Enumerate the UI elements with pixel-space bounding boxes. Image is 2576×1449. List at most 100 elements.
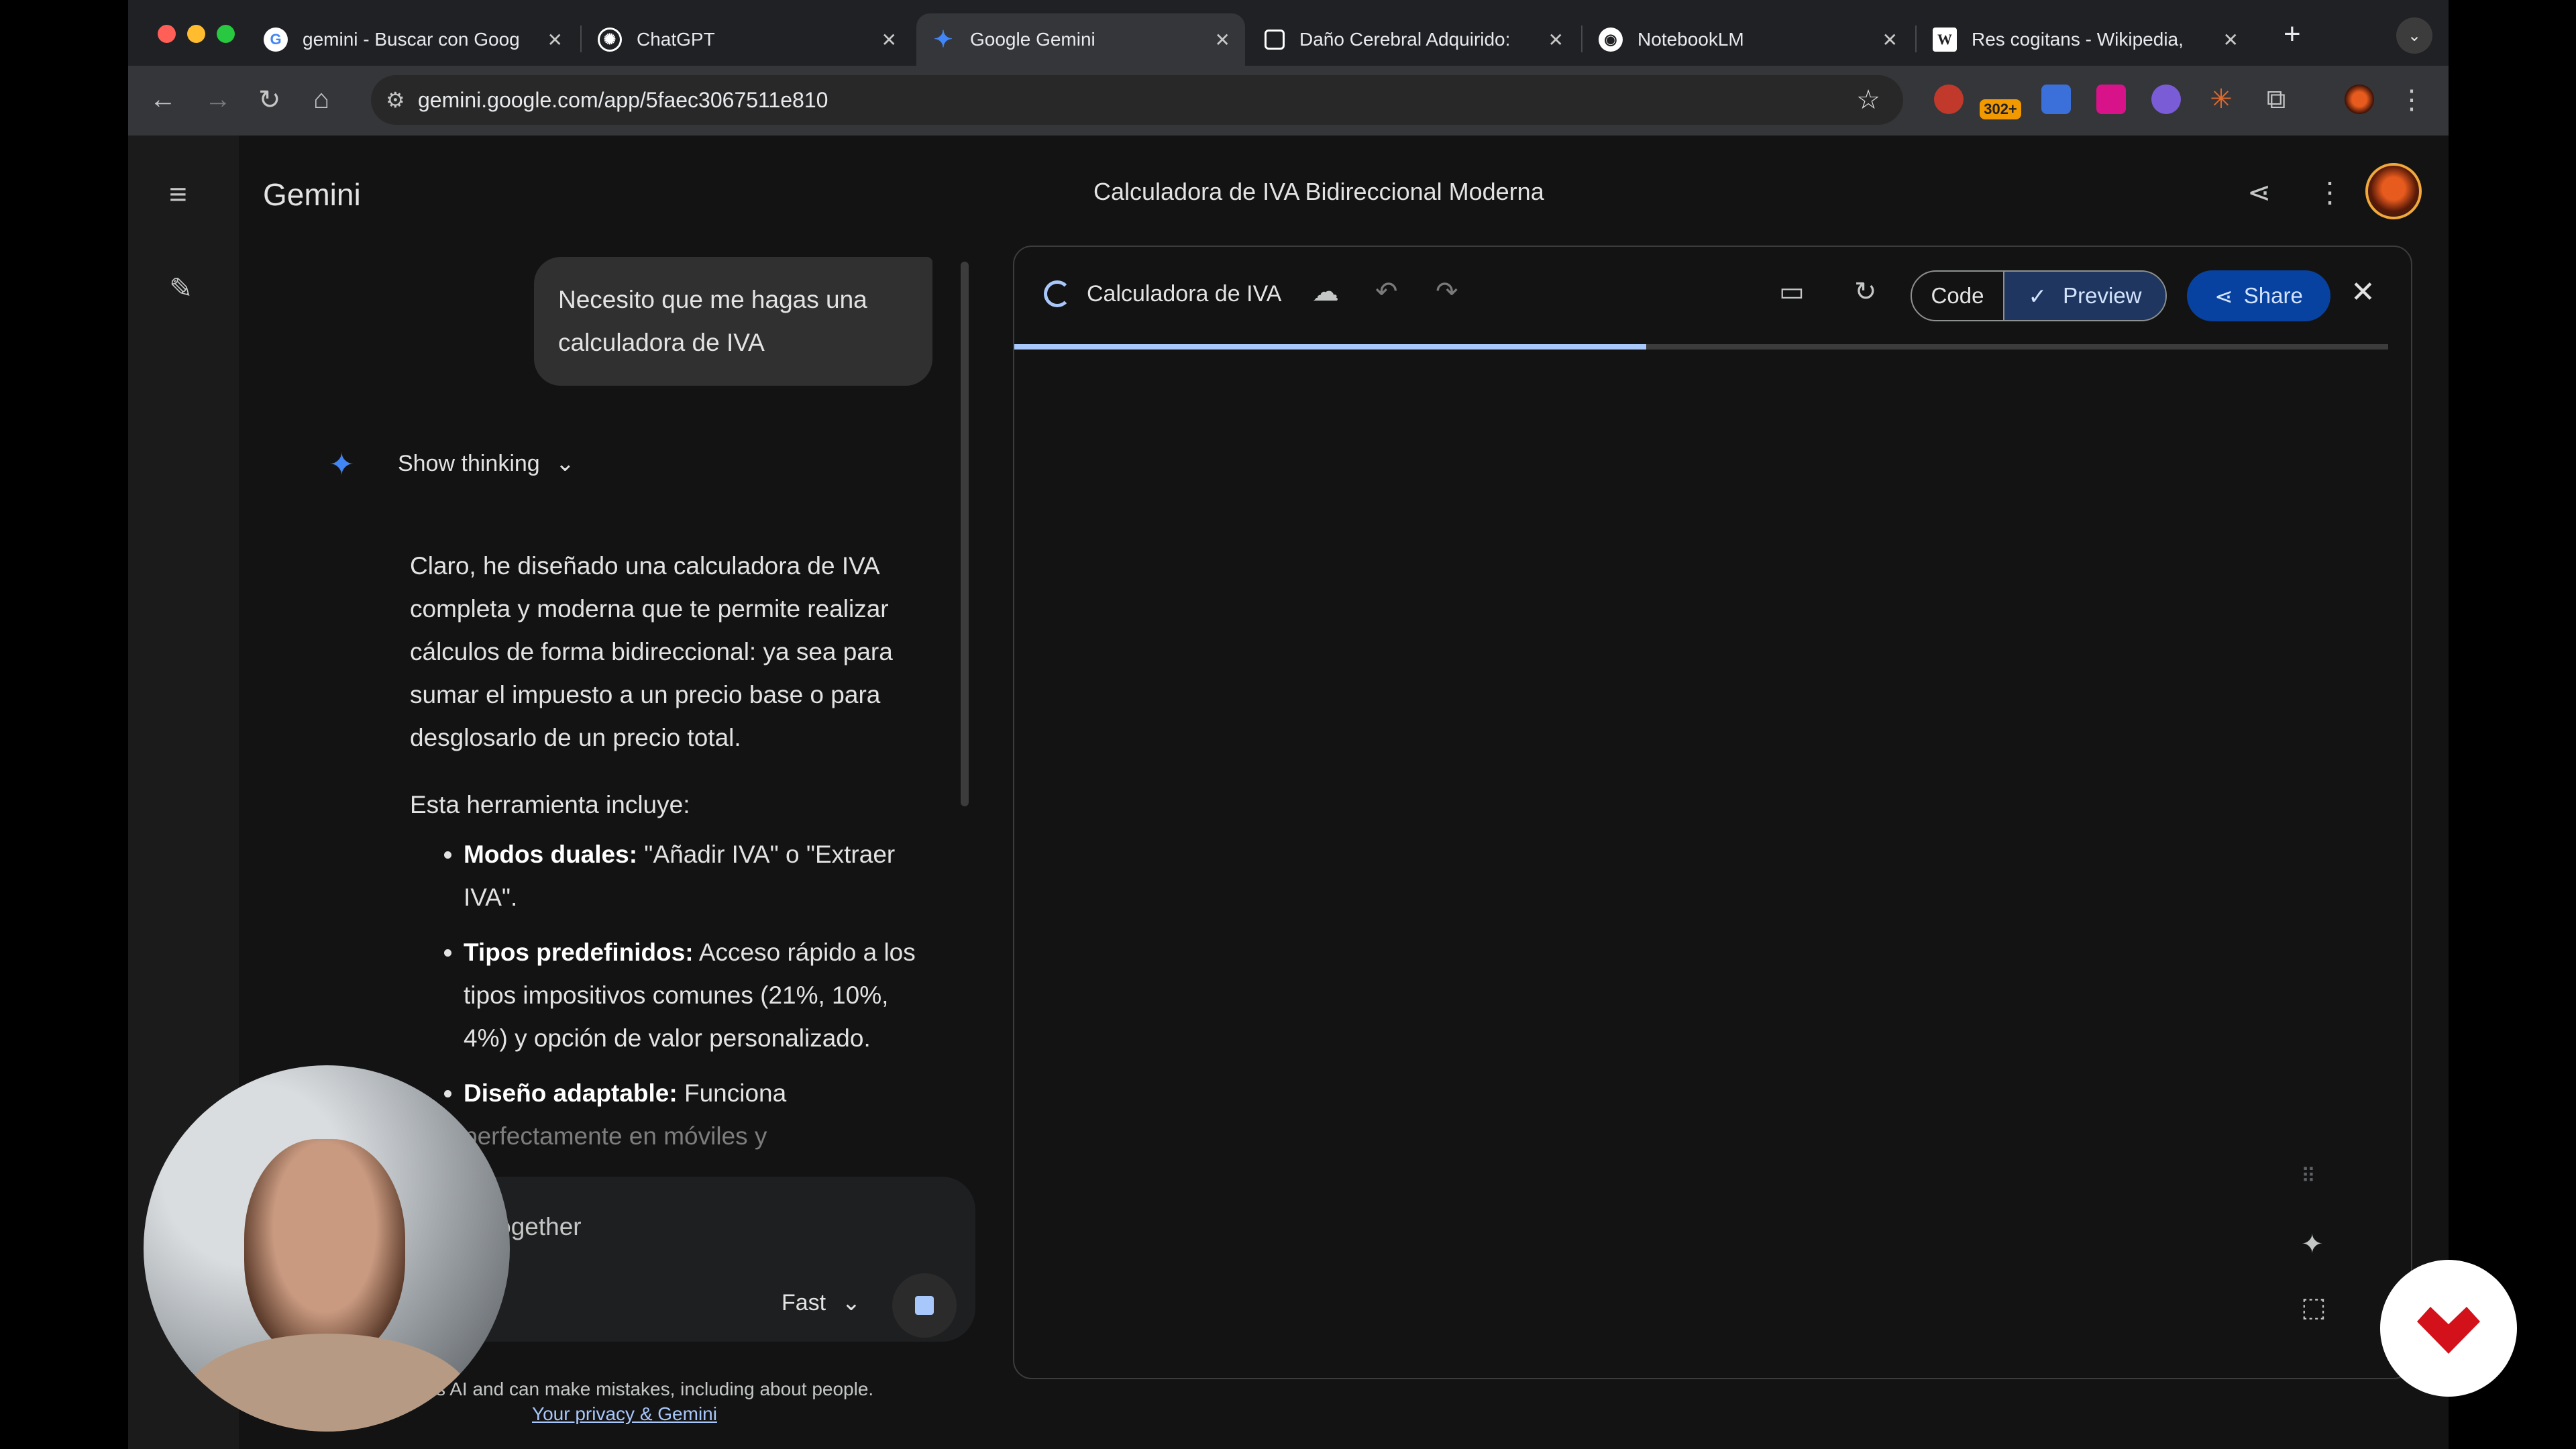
console-icon[interactable]: ▭ bbox=[1779, 276, 1805, 307]
feature-list: Modos duales: "Añadir IVA" o "Extraer IV… bbox=[410, 833, 920, 1158]
tab-chatgpt[interactable]: ✺ ChatGPT ✕ bbox=[583, 13, 912, 66]
tab-google-search[interactable]: G gemini - Buscar con Goog ✕ bbox=[249, 13, 578, 66]
home-icon[interactable]: ⌂ bbox=[313, 85, 329, 115]
forward-icon[interactable]: → bbox=[205, 85, 231, 115]
tab-search-button[interactable]: ⌄ bbox=[2396, 17, 2432, 54]
user-avatar[interactable] bbox=[2365, 163, 2422, 219]
share-icon: ⋖ bbox=[2214, 283, 2233, 309]
close-window-button[interactable] bbox=[158, 25, 176, 43]
user-message-bubble: Necesito que me hagas una calculadora de… bbox=[534, 257, 932, 386]
share-conversation-icon[interactable]: ⋖ bbox=[2247, 176, 2271, 209]
webcam-overlay bbox=[144, 1065, 510, 1432]
tab-dano-cerebral[interactable]: Daño Cerebral Adquirido: ✕ bbox=[1250, 13, 1578, 66]
wikipedia-favicon-icon: W bbox=[1933, 28, 1957, 52]
cloud-save-icon[interactable]: ☁ bbox=[1312, 276, 1339, 307]
refresh-preview-icon[interactable]: ↻ bbox=[1854, 276, 1877, 307]
tab-google-gemini[interactable]: ✦ Google Gemini ✕ bbox=[916, 13, 1245, 66]
preview-label: Preview bbox=[2063, 283, 2142, 308]
download-extension-icon[interactable] bbox=[2096, 85, 2126, 114]
loading-spinner-icon bbox=[1044, 280, 1071, 307]
document-title: Calculadora de IVA Bidireccional Moderna bbox=[1093, 178, 1544, 205]
google-favicon-icon: G bbox=[264, 28, 288, 52]
browser-menu-icon[interactable]: ⋮ bbox=[2398, 85, 2425, 115]
gemini-favicon-icon: ✦ bbox=[933, 27, 953, 52]
list-item: Modos duales: "Añadir IVA" o "Extraer IV… bbox=[464, 833, 920, 919]
extension-icon[interactable] bbox=[2151, 85, 2181, 114]
loading-progress-fill bbox=[1014, 344, 1647, 350]
preview-tab-button[interactable]: ✓ Preview bbox=[2004, 272, 2165, 320]
address-bar[interactable]: ⚙ gemini.google.com/app/5faec3067511e810… bbox=[371, 75, 1903, 125]
tab-title: Google Gemini bbox=[970, 29, 1095, 50]
canvas-share-button[interactable]: ⋖ Share bbox=[2187, 270, 2330, 321]
model-response: Claro, he diseñado una calculadora de IV… bbox=[410, 545, 920, 1170]
presenter-head bbox=[244, 1139, 405, 1360]
tab-title: ChatGPT bbox=[637, 29, 715, 50]
bookmark-star-icon[interactable]: ☆ bbox=[1856, 85, 1880, 115]
tab-title: NotebookLM bbox=[1638, 29, 1744, 50]
undo-icon[interactable]: ↶ bbox=[1375, 276, 1398, 307]
more-options-icon[interactable]: ⋮ bbox=[2316, 176, 2344, 209]
ai-edit-icon[interactable]: ✦ bbox=[2301, 1229, 2324, 1260]
privacy-link[interactable]: Your privacy & Gemini bbox=[532, 1403, 717, 1425]
profile-avatar[interactable] bbox=[2345, 85, 2374, 114]
code-preview-toggle: Code ✓ Preview bbox=[1911, 270, 2167, 321]
close-canvas-icon[interactable]: ✕ bbox=[2351, 275, 2375, 309]
response-paragraph: Claro, he diseñado una calculadora de IV… bbox=[410, 552, 893, 751]
url-text[interactable]: gemini.google.com/app/5faec3067511e810 bbox=[418, 88, 828, 113]
response-list-intro: Esta herramienta incluye: bbox=[410, 791, 690, 818]
tab-title: gemini - Buscar con Goog bbox=[303, 29, 520, 50]
extension-badge[interactable]: 302+ bbox=[1980, 99, 2021, 119]
new-tab-button[interactable]: + bbox=[2284, 17, 2301, 51]
presenter-body bbox=[184, 1334, 472, 1432]
notebooklm-favicon-icon: ◉ bbox=[1599, 28, 1623, 52]
close-tab-icon[interactable]: ✕ bbox=[1882, 29, 1898, 51]
heart-logo-icon bbox=[2417, 1307, 2480, 1354]
chevron-down-icon: ⌄ bbox=[841, 1290, 861, 1316]
show-thinking-label: Show thinking bbox=[398, 451, 540, 476]
close-tab-icon[interactable]: ✕ bbox=[1548, 29, 1564, 51]
minimize-window-button[interactable] bbox=[187, 25, 205, 43]
page-favicon-icon bbox=[1265, 30, 1285, 50]
chevron-down-icon: ⌄ bbox=[555, 451, 575, 476]
loading-progress-bar bbox=[1014, 344, 2388, 350]
channel-logo bbox=[2380, 1260, 2517, 1397]
stop-generation-button[interactable] bbox=[892, 1273, 957, 1338]
user-message-text: Necesito que me hagas una calculadora de… bbox=[558, 286, 867, 356]
close-tab-icon[interactable]: ✕ bbox=[1215, 29, 1230, 51]
redo-icon[interactable]: ↷ bbox=[1436, 276, 1458, 307]
model-selector[interactable]: Fast ⌄ bbox=[782, 1289, 861, 1316]
site-settings-icon[interactable]: ⚙ bbox=[386, 87, 405, 113]
close-tab-icon[interactable]: ✕ bbox=[881, 29, 897, 51]
asterisk-extension-icon[interactable]: ✳ bbox=[2206, 85, 2236, 114]
show-thinking-toggle[interactable]: Show thinking ⌄ bbox=[398, 450, 575, 477]
list-item: Diseño adaptable: Funcionaperfectamente … bbox=[464, 1072, 920, 1158]
extensions-puzzle-icon[interactable]: ⧉ bbox=[2261, 85, 2291, 114]
drag-handle-icon[interactable]: ⠿ bbox=[2301, 1165, 2316, 1188]
browser-toolbar: ← → ↻ ⌂ ⚙ gemini.google.com/app/5faec306… bbox=[128, 66, 2449, 136]
main-menu-icon[interactable]: ≡ bbox=[169, 176, 187, 212]
list-item: Tipos predefinidos: Acceso rápido a los … bbox=[464, 931, 920, 1060]
translate-extension-icon[interactable] bbox=[2041, 85, 2071, 114]
maximize-window-button[interactable] bbox=[217, 25, 235, 43]
code-tab-button[interactable]: Code bbox=[1912, 272, 2004, 320]
extension-icon[interactable] bbox=[1934, 85, 1964, 114]
stop-icon bbox=[915, 1296, 934, 1315]
tab-strip: G gemini - Buscar con Goog ✕ ✺ ChatGPT ✕… bbox=[128, 0, 2449, 66]
model-label: Fast bbox=[782, 1290, 826, 1316]
reload-icon[interactable]: ↻ bbox=[258, 85, 281, 115]
back-icon[interactable]: ← bbox=[150, 85, 176, 115]
close-tab-icon[interactable]: ✕ bbox=[2223, 29, 2239, 51]
disclaimer-text: s AI and can make mistakes, including ab… bbox=[436, 1379, 874, 1399]
canvas-name: Calculadora de IVA bbox=[1087, 281, 1282, 307]
window-controls bbox=[158, 25, 235, 43]
tab-notebooklm[interactable]: ◉ NotebookLM ✕ bbox=[1584, 13, 1913, 66]
gemini-spark-icon: ✦ bbox=[329, 447, 355, 482]
close-tab-icon[interactable]: ✕ bbox=[547, 29, 563, 51]
tab-wikipedia[interactable]: W Res cogitans - Wikipedia, ✕ bbox=[1918, 13, 2253, 66]
tab-title: Daño Cerebral Adquirido: bbox=[1299, 29, 1511, 50]
tab-title: Res cogitans - Wikipedia, bbox=[1972, 29, 2184, 50]
new-chat-icon[interactable]: ✎ bbox=[169, 272, 193, 305]
select-element-icon[interactable]: ⬚ bbox=[2301, 1292, 2326, 1323]
chat-scrollbar[interactable] bbox=[961, 262, 969, 806]
share-label: Share bbox=[2243, 283, 2303, 308]
